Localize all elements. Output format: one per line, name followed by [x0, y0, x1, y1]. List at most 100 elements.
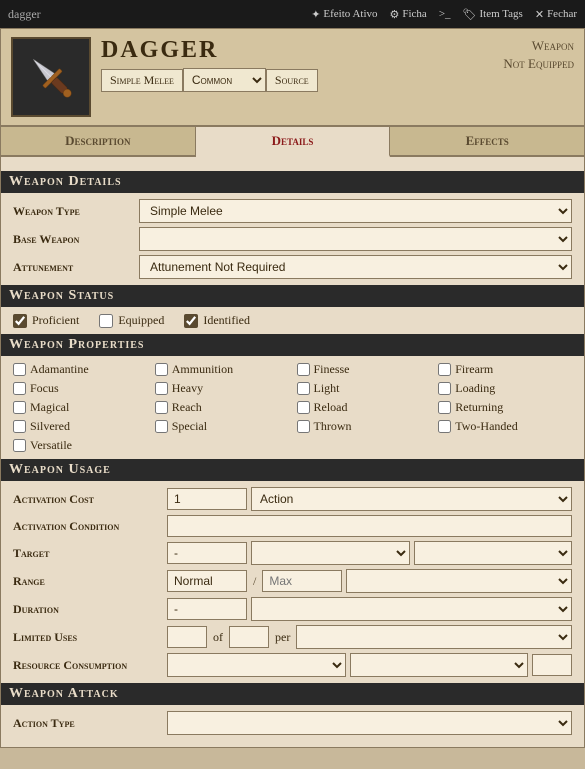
item-equipped-status: Not Equipped — [503, 55, 574, 73]
prop-reload: Reload — [297, 400, 431, 415]
tab-effects[interactable]: Effects — [390, 127, 584, 155]
target-type-select[interactable] — [251, 541, 410, 565]
tab-description[interactable]: Description — [1, 127, 196, 155]
prop-reach: Reach — [155, 400, 289, 415]
item-image — [11, 37, 91, 117]
resource-consumption-row: Resource Consumption — [13, 653, 572, 677]
prop-firearm-checkbox[interactable] — [438, 363, 451, 376]
prop-silvered-checkbox[interactable] — [13, 420, 26, 433]
range-normal-input[interactable] — [167, 570, 247, 592]
attunement-label: Attunement — [13, 260, 133, 275]
equipped-checkbox-item: Equipped — [99, 313, 164, 328]
tab-details[interactable]: Details — [196, 127, 391, 157]
limited-uses-max-input[interactable] — [229, 626, 269, 648]
prop-thrown-checkbox[interactable] — [297, 420, 310, 433]
rarity-select[interactable]: Common Uncommon Rare Very Rare Legendary — [183, 68, 266, 92]
prop-reach-checkbox[interactable] — [155, 401, 168, 414]
range-unit-select[interactable]: ft m — [346, 569, 572, 593]
item-type-label: Weapon — [503, 37, 574, 55]
item-title-area: Dagger Simple Melee Common Uncommon Rare… — [101, 37, 493, 92]
prop-adamantine-checkbox[interactable] — [13, 363, 26, 376]
terminal-icon: >_ — [439, 8, 451, 20]
item-meta: Simple Melee Common Uncommon Rare Very R… — [101, 68, 493, 92]
action-type-select[interactable] — [167, 711, 572, 735]
prop-light-checkbox[interactable] — [297, 382, 310, 395]
target-value-input[interactable] — [167, 542, 247, 564]
limited-uses-per-select[interactable] — [296, 625, 572, 649]
prop-ammunition-checkbox[interactable] — [155, 363, 168, 376]
prop-reload-checkbox[interactable] — [297, 401, 310, 414]
prop-adamantine: Adamantine — [13, 362, 147, 377]
wand-icon: ✦ — [311, 8, 320, 21]
prop-magical-checkbox[interactable] — [13, 401, 26, 414]
proficient-checkbox[interactable] — [13, 314, 27, 328]
range-max-input[interactable] — [262, 570, 342, 592]
ficha-button[interactable]: ⚙ Ficha — [390, 8, 427, 21]
identified-label: Identified — [203, 313, 250, 328]
prop-light: Light — [297, 381, 431, 396]
range-slash: / — [251, 574, 258, 589]
activation-cost-input[interactable] — [167, 488, 247, 510]
prop-heavy-checkbox[interactable] — [155, 382, 168, 395]
target-area-select[interactable] — [414, 541, 573, 565]
prop-silvered-label: Silvered — [30, 419, 70, 434]
duration-value-input[interactable] — [167, 598, 247, 620]
limited-uses-label: Limited Uses — [13, 630, 163, 645]
close-button[interactable]: ✕ Fechar — [535, 8, 577, 21]
range-row: Range / ft m — [13, 569, 572, 593]
dagger-image-svg — [21, 47, 81, 107]
prop-focus: Focus — [13, 381, 147, 396]
equipped-checkbox[interactable] — [99, 314, 113, 328]
prop-finesse: Finesse — [297, 362, 431, 377]
identified-checkbox[interactable] — [184, 314, 198, 328]
activation-cost-type-select[interactable]: Action Bonus Action Reaction Free — [251, 487, 572, 511]
base-weapon-select[interactable] — [139, 227, 572, 251]
duration-row: Duration — [13, 597, 572, 621]
terminal-button[interactable]: >_ — [439, 8, 451, 21]
prop-magical: Magical — [13, 400, 147, 415]
weapon-type-select[interactable]: Simple Melee Martial Melee Simple Ranged… — [139, 199, 572, 223]
item-header: Dagger Simple Melee Common Uncommon Rare… — [1, 29, 584, 127]
content-area: Weapon Details Weapon Type Simple Melee … — [1, 157, 584, 747]
prop-heavy-label: Heavy — [172, 381, 203, 396]
weapon-type-row: Weapon Type Simple Melee Martial Melee S… — [13, 199, 572, 223]
weapon-status-header: Weapon Status — [1, 285, 584, 307]
prop-versatile-checkbox[interactable] — [13, 439, 26, 452]
prop-loading-checkbox[interactable] — [438, 382, 451, 395]
prop-returning-checkbox[interactable] — [438, 401, 451, 414]
prop-thrown-label: Thrown — [314, 419, 352, 434]
prop-focus-label: Focus — [30, 381, 59, 396]
item-tags-button[interactable]: 🏷 Item Tags — [463, 8, 523, 21]
prop-silvered: Silvered — [13, 419, 147, 434]
action-type-label: Action Type — [13, 716, 163, 731]
prop-reload-label: Reload — [314, 400, 348, 415]
activation-cost-row: Activation Cost Action Bonus Action Reac… — [13, 487, 572, 511]
attunement-select[interactable]: Attunement Not Required Attunement Requi… — [139, 255, 572, 279]
item-type-area: Weapon Not Equipped — [503, 37, 574, 73]
prop-reach-label: Reach — [172, 400, 202, 415]
title-bar-actions: ✦ Efeito Ativo ⚙ Ficha >_ 🏷 Item Tags ✕ … — [311, 8, 577, 21]
resource-consumption-value-input[interactable] — [532, 654, 572, 676]
item-name: Dagger — [101, 37, 493, 64]
base-weapon-label: Base Weapon — [13, 232, 133, 247]
weapon-attack-header: Weapon Attack — [1, 683, 584, 705]
prop-finesse-checkbox[interactable] — [297, 363, 310, 376]
title-bar: dagger ✦ Efeito Ativo ⚙ Ficha >_ 🏷 Item … — [0, 0, 585, 28]
activation-cost-label: Activation Cost — [13, 492, 163, 507]
per-text: per — [273, 630, 292, 645]
prop-two-handed-checkbox[interactable] — [438, 420, 451, 433]
efeito-ativo-button[interactable]: ✦ Efeito Ativo — [311, 8, 377, 21]
prop-focus-checkbox[interactable] — [13, 382, 26, 395]
prop-special-checkbox[interactable] — [155, 420, 168, 433]
weapon-properties-grid: Adamantine Ammunition Finesse Firearm Fo… — [13, 362, 572, 453]
activation-condition-input[interactable] — [167, 515, 572, 537]
prop-thrown: Thrown — [297, 419, 431, 434]
weapon-status-checkboxes: Proficient Equipped Identified — [13, 313, 572, 328]
item-subtype: Simple Melee — [101, 69, 183, 92]
resource-consumption-target-select[interactable] — [350, 653, 529, 677]
limited-uses-value-input[interactable] — [167, 626, 207, 648]
prop-loading: Loading — [438, 381, 572, 396]
resource-consumption-type-select[interactable] — [167, 653, 346, 677]
item-source: Source — [266, 69, 318, 92]
duration-unit-select[interactable] — [251, 597, 572, 621]
